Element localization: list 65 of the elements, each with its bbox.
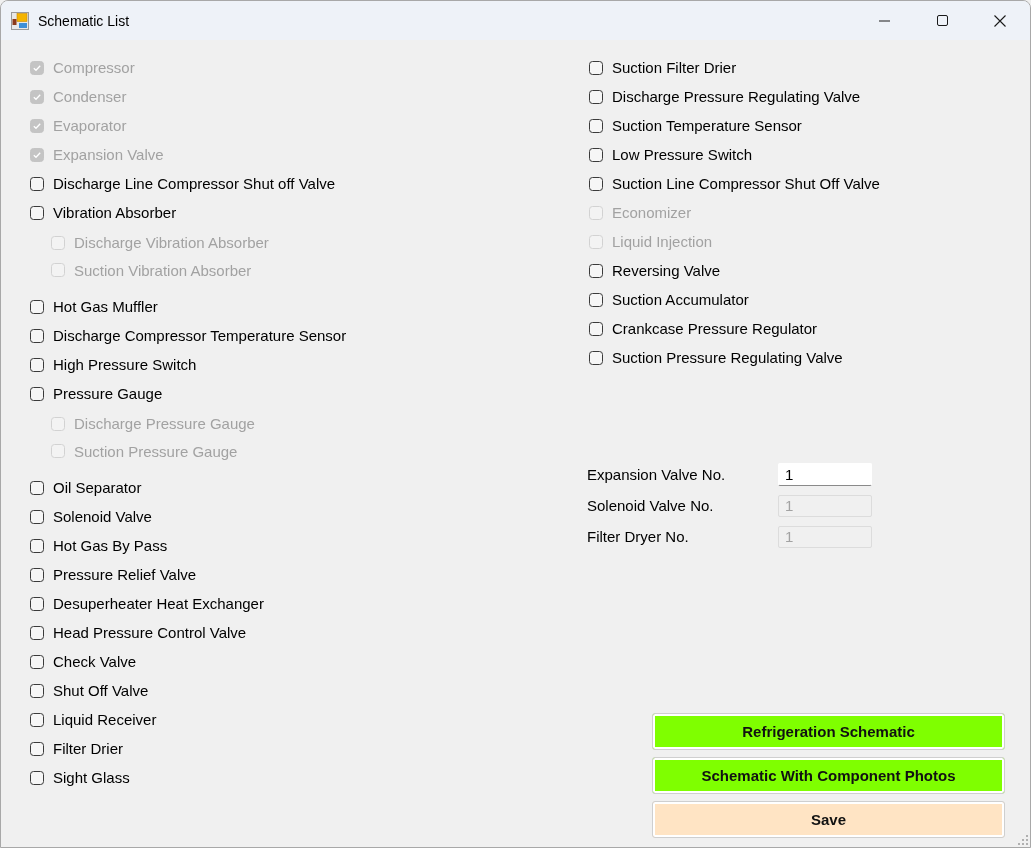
- app-icon: [11, 11, 29, 30]
- checkbox[interactable]: [30, 357, 44, 372]
- checkbox-label[interactable]: Reversing Valve: [612, 262, 721, 279]
- checkbox[interactable]: [30, 538, 44, 553]
- checkbox-label[interactable]: Desuperheater Heat Exchanger: [53, 595, 264, 612]
- checkbox[interactable]: [30, 596, 44, 611]
- checkbox[interactable]: [30, 509, 44, 524]
- checkbox[interactable]: [30, 654, 44, 669]
- close-icon[interactable]: [994, 14, 1006, 27]
- checkbox[interactable]: [589, 263, 603, 278]
- checkbox[interactable]: [30, 480, 44, 495]
- checkbox[interactable]: [589, 118, 603, 133]
- checkbox[interactable]: [589, 350, 603, 365]
- checkbox[interactable]: [30, 176, 44, 191]
- checkbox[interactable]: [589, 89, 603, 104]
- field-label: Filter Dryer No.: [587, 528, 690, 545]
- checkbox[interactable]: [30, 625, 44, 640]
- checkbox-label[interactable]: Head Pressure Control Valve: [53, 624, 247, 641]
- checkbox-label[interactable]: Suction Line Compressor Shut Off Valve: [612, 175, 880, 192]
- field-label: Expansion Valve No.: [587, 466, 727, 483]
- checkbox-label[interactable]: Shut Off Valve: [53, 682, 149, 699]
- checkbox-label[interactable]: Vibration Absorber: [53, 204, 177, 221]
- checkbox-label[interactable]: High Pressure Switch: [53, 356, 197, 373]
- checkbox-label[interactable]: Filter Drier: [53, 740, 123, 757]
- number-input-field[interactable]: 1: [778, 463, 872, 486]
- checkbox-label[interactable]: Pressure Relief Valve: [53, 566, 197, 583]
- checkbox[interactable]: [589, 321, 603, 336]
- checkbox-label[interactable]: Pressure Gauge: [53, 385, 163, 402]
- checkbox-label[interactable]: Suction Filter Drier: [612, 59, 737, 76]
- checkbox-label[interactable]: Liquid Receiver: [53, 711, 157, 728]
- checkbox[interactable]: [589, 292, 603, 307]
- checkbox[interactable]: [589, 147, 603, 162]
- checkbox-label[interactable]: Hot Gas By Pass: [53, 537, 168, 554]
- resize-grip-icon[interactable]: [1018, 835, 1028, 845]
- checkbox-label[interactable]: Sight Glass: [53, 769, 130, 786]
- checkbox-label[interactable]: Suction Temperature Sensor: [612, 117, 802, 134]
- action-button[interactable]: Refrigeration Schematic: [652, 713, 1005, 750]
- checkbox-label[interactable]: Discharge Compressor Temperature Sensor: [53, 327, 347, 344]
- action-button[interactable]: Save: [652, 801, 1005, 838]
- checkbox[interactable]: [30, 328, 44, 343]
- checkbox[interactable]: [30, 299, 44, 314]
- checkbox[interactable]: [30, 683, 44, 698]
- checkbox-label[interactable]: Oil Separator: [53, 479, 142, 496]
- window-title: Schematic List: [38, 12, 130, 29]
- checkbox-label[interactable]: Discharge Line Compressor Shut off Valve: [53, 175, 336, 192]
- minimize-icon[interactable]: [878, 19, 890, 22]
- checkbox-label[interactable]: Crankcase Pressure Regulator: [612, 320, 818, 337]
- action-button[interactable]: Schematic With Component Photos: [652, 757, 1005, 794]
- checkbox-label[interactable]: Solenoid Valve: [53, 508, 152, 525]
- checkbox[interactable]: [30, 567, 44, 582]
- checkbox-label[interactable]: Suction Accumulator: [612, 291, 749, 308]
- checkbox-label[interactable]: Suction Pressure Regulating Valve: [612, 349, 843, 366]
- checkbox[interactable]: [589, 176, 603, 191]
- maximize-icon[interactable]: [936, 15, 948, 26]
- checkbox-label[interactable]: Hot Gas Muffler: [53, 298, 158, 315]
- field-label: Solenoid Valve No.: [587, 497, 715, 514]
- checkbox-label[interactable]: Discharge Pressure Regulating Valve: [612, 88, 861, 105]
- checkbox[interactable]: [30, 386, 44, 401]
- checkbox-label[interactable]: Check Valve: [53, 653, 137, 670]
- checkbox[interactable]: [589, 60, 603, 75]
- checkbox[interactable]: [30, 205, 44, 220]
- checkbox[interactable]: [30, 712, 44, 727]
- checkbox[interactable]: [30, 770, 44, 785]
- checkbox-label[interactable]: Low Pressure Switch: [612, 146, 753, 163]
- checkbox[interactable]: [30, 741, 44, 756]
